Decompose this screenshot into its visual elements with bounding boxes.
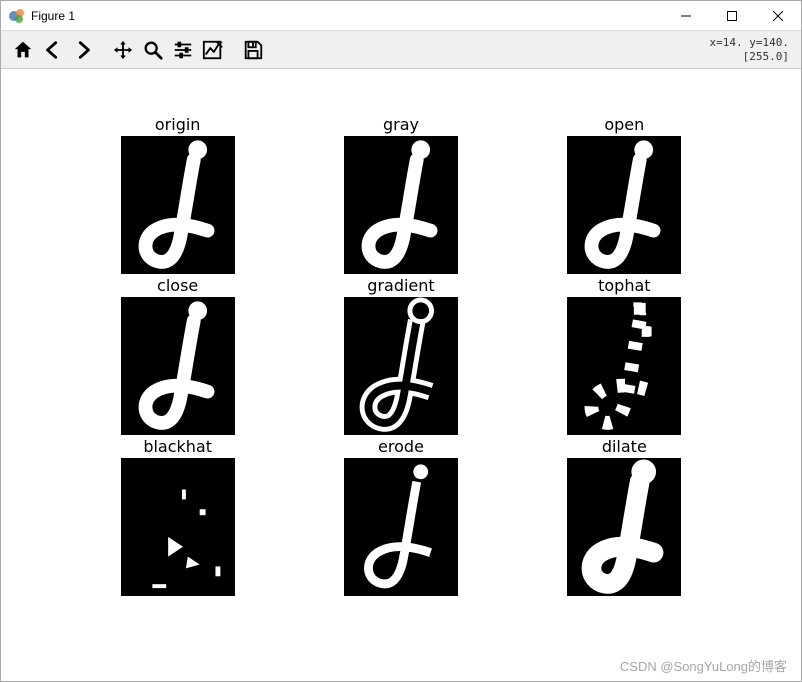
subplot-image[interactable] — [344, 458, 458, 596]
subplot-title: blackhat — [121, 437, 235, 456]
subplot-gradient: gradient — [344, 276, 458, 435]
subplot-close: close — [121, 276, 235, 435]
subplot-blackhat: blackhat — [121, 437, 235, 596]
back-icon[interactable] — [39, 36, 67, 64]
subplot-title: erode — [344, 437, 458, 456]
save-icon[interactable] — [239, 36, 267, 64]
coord-xy: x=14. y=140. — [710, 36, 789, 49]
subplot-image[interactable] — [567, 458, 681, 596]
subplot-image[interactable] — [121, 136, 235, 274]
subplot-title: tophat — [567, 276, 681, 295]
minimize-button[interactable] — [663, 1, 709, 30]
subplot-title: origin — [121, 115, 235, 134]
home-icon[interactable] — [9, 36, 37, 64]
close-button[interactable] — [755, 1, 801, 30]
watermark: CSDN @SongYuLong的博客 — [620, 656, 787, 675]
subplot-erode: erode — [344, 437, 458, 596]
subplot-dilate: dilate — [567, 437, 681, 596]
subplot-title: gray — [344, 115, 458, 134]
axes-edit-icon[interactable] — [199, 36, 227, 64]
coord-val: [255.0] — [710, 50, 789, 63]
app-icon — [9, 8, 25, 24]
matplotlib-toolbar: x=14. y=140. [255.0] — [1, 31, 801, 69]
subplot-image[interactable] — [121, 458, 235, 596]
forward-icon[interactable] — [69, 36, 97, 64]
maximize-button[interactable] — [709, 1, 755, 30]
figure-canvas[interactable]: origin gray open — [1, 69, 801, 681]
subplot-title: gradient — [344, 276, 458, 295]
subplot-tophat: tophat — [567, 276, 681, 435]
subplot-image[interactable] — [567, 136, 681, 274]
titlebar: Figure 1 — [1, 1, 801, 31]
subplot-open: open — [567, 115, 681, 274]
window-title: Figure 1 — [31, 9, 75, 23]
subplot-gray: gray — [344, 115, 458, 274]
pan-icon[interactable] — [109, 36, 137, 64]
window-controls — [663, 1, 801, 30]
subplot-title: close — [121, 276, 235, 295]
subplots-config-icon[interactable] — [169, 36, 197, 64]
subplot-image[interactable] — [344, 136, 458, 274]
cursor-coordinates: x=14. y=140. [255.0] — [710, 36, 793, 62]
subplot-grid: origin gray open — [101, 115, 701, 596]
subplot-image[interactable] — [344, 297, 458, 435]
subplot-title: dilate — [567, 437, 681, 456]
subplot-image[interactable] — [567, 297, 681, 435]
subplot-origin: origin — [121, 115, 235, 274]
zoom-icon[interactable] — [139, 36, 167, 64]
subplot-image[interactable] — [121, 297, 235, 435]
subplot-title: open — [567, 115, 681, 134]
